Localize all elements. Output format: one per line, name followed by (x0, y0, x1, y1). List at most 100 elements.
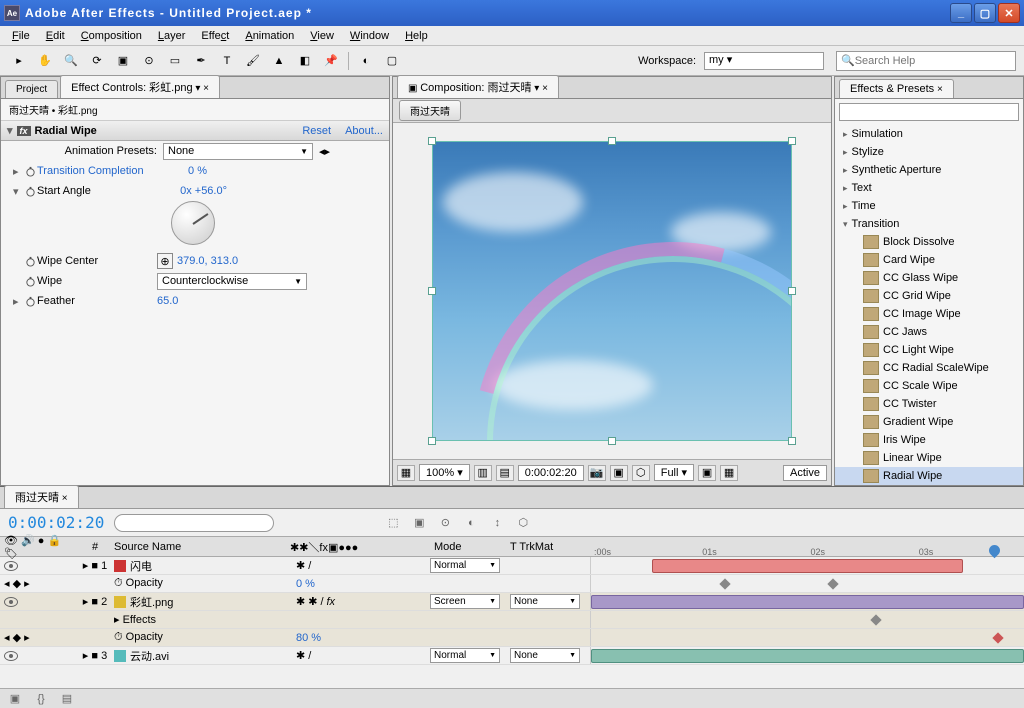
preset-category[interactable]: Simulation (835, 125, 1023, 143)
channels-icon[interactable]: ⬡ (632, 465, 650, 481)
tl-footer-icon[interactable]: ▤ (58, 690, 76, 708)
hand-tool-icon[interactable]: ✋ (34, 50, 56, 72)
tl-option-icon[interactable]: ⬚ (384, 514, 402, 532)
menu-edit[interactable]: Edit (38, 28, 73, 44)
menu-layer[interactable]: Layer (150, 28, 194, 44)
transform-handle[interactable] (428, 137, 436, 145)
pan-behind-tool-icon[interactable]: ⊙ (138, 50, 160, 72)
view-mode-select[interactable]: Active (783, 465, 827, 481)
shape-tool-icon[interactable]: ▭ (164, 50, 186, 72)
resolution-select[interactable]: Full ▾ (654, 464, 694, 481)
stopwatch-icon[interactable] (23, 274, 37, 288)
wipe-center-value[interactable]: 379.0, 313.0 (177, 255, 238, 267)
blend-mode-select[interactable]: Normal (430, 648, 500, 663)
preset-item[interactable]: CC Image Wipe (835, 305, 1023, 323)
timeline-layer-row[interactable]: ▸ ■ 2 彩虹.png ✱✱/fx Screen None (0, 593, 1024, 611)
transition-completion-label[interactable]: Transition Completion (37, 165, 150, 177)
blend-mode-select[interactable]: Normal (430, 558, 500, 573)
col-source-name[interactable]: Source Name (110, 541, 290, 553)
selection-tool-icon[interactable]: ▸ (8, 50, 30, 72)
stopwatch-icon[interactable] (23, 294, 37, 308)
text-tool-icon[interactable]: T (216, 50, 238, 72)
tl-option-icon[interactable]: ◐ (462, 514, 480, 532)
tool-option-icon[interactable]: ◐ (355, 50, 377, 72)
canvas-image[interactable] (432, 141, 792, 441)
angle-dial[interactable] (171, 201, 215, 245)
transform-handle[interactable] (608, 137, 616, 145)
tl-option-icon[interactable]: ↕ (488, 514, 506, 532)
workspace-select[interactable]: my ▾ (704, 52, 824, 70)
preset-item[interactable]: Card Wipe (835, 251, 1023, 269)
timeline-timecode[interactable]: 0:00:02:20 (8, 513, 104, 532)
camera-icon[interactable]: 📷 (588, 465, 606, 481)
menu-effect[interactable]: Effect (193, 28, 237, 44)
col-number[interactable]: # (80, 541, 110, 553)
transform-handle[interactable] (788, 287, 796, 295)
preset-item[interactable]: Iris Wipe (835, 431, 1023, 449)
transform-handle[interactable] (608, 437, 616, 445)
feather-value[interactable]: 65.0 (157, 295, 178, 307)
presets-dropdown[interactable]: None (163, 143, 313, 160)
menu-window[interactable]: Window (342, 28, 397, 44)
tl-option-icon[interactable]: ▣ (410, 514, 428, 532)
preset-item[interactable]: Gradient Wipe (835, 413, 1023, 431)
grid-icon[interactable]: ▦ (397, 465, 415, 481)
puppet-tool-icon[interactable]: 📌 (320, 50, 342, 72)
blend-mode-select[interactable]: Screen (430, 594, 500, 609)
timeline-body[interactable]: ▸ ■ 1 闪电 ✱/ Normal ◂ ◆ ▸⏱ Opacity0 % ▸ ■… (0, 557, 1024, 688)
viewer-opt-icon[interactable]: ▥ (474, 465, 492, 481)
search-help-input[interactable] (855, 55, 1011, 67)
menu-file[interactable]: File (4, 28, 38, 44)
viewer-opt-icon[interactable]: ▣ (698, 465, 716, 481)
preset-search-input[interactable] (839, 103, 1019, 121)
tl-option-icon[interactable]: ⊙ (436, 514, 454, 532)
transform-handle[interactable] (428, 287, 436, 295)
tool-option2-icon[interactable]: ▢ (381, 50, 403, 72)
crosshair-icon[interactable]: ⊕ (157, 253, 173, 269)
maximize-button[interactable]: ▢ (974, 3, 996, 23)
stopwatch-icon[interactable] (23, 254, 37, 268)
menu-composition[interactable]: Composition (73, 28, 150, 44)
visibility-icon[interactable] (4, 561, 18, 571)
menu-animation[interactable]: Animation (237, 28, 302, 44)
preset-category[interactable]: Text (835, 179, 1023, 197)
tab-effects-presets[interactable]: Effects & Presets × (839, 79, 954, 98)
preset-item[interactable]: Linear Wipe (835, 449, 1023, 467)
preset-category-transition[interactable]: Transition (835, 215, 1023, 233)
pen-tool-icon[interactable]: ✒ (190, 50, 212, 72)
presets-nav-icon[interactable]: ◂▸ (319, 145, 330, 158)
effect-header[interactable]: ▾ fx Radial Wipe Reset About... (1, 121, 389, 141)
preset-item[interactable]: CC Radial ScaleWipe (835, 359, 1023, 377)
zoom-tool-icon[interactable]: 🔍 (60, 50, 82, 72)
tl-footer-icon[interactable]: ▣ (6, 690, 24, 708)
brush-tool-icon[interactable]: 🖌 (242, 50, 264, 72)
preset-item[interactable]: CC Glass Wipe (835, 269, 1023, 287)
transform-handle[interactable] (788, 437, 796, 445)
timeline-layer-row[interactable]: ▸ ■ 3 云动.avi ✱/ Normal None (0, 647, 1024, 665)
preset-item[interactable]: Block Dissolve (835, 233, 1023, 251)
prop-tri-icon[interactable]: ▾ (13, 185, 23, 198)
transition-completion-value[interactable]: 0 % (188, 165, 207, 177)
prop-tri-icon[interactable]: ▸ (13, 295, 23, 308)
preset-list[interactable]: Simulation Stylize Synthetic Aperture Te… (835, 125, 1023, 485)
effect-tri-icon[interactable]: ▾ (7, 124, 13, 137)
preset-category[interactable]: Stylize (835, 143, 1023, 161)
trkmat-select[interactable]: None (510, 594, 580, 609)
visibility-icon[interactable] (4, 597, 18, 607)
stopwatch-icon[interactable] (23, 184, 37, 198)
preset-item[interactable]: CC Twister (835, 395, 1023, 413)
timeline-search[interactable] (114, 514, 274, 532)
rotate-tool-icon[interactable]: ⟳ (86, 50, 108, 72)
start-angle-value[interactable]: 0x +56.0° (180, 185, 227, 197)
tab-composition[interactable]: ▣ Composition: 雨过天晴 ▾ × (397, 75, 559, 98)
preset-item[interactable]: CC Grid Wipe (835, 287, 1023, 305)
preset-item[interactable]: Radial Wipe (835, 467, 1023, 485)
tab-project[interactable]: Project (5, 80, 58, 98)
menu-view[interactable]: View (302, 28, 342, 44)
tl-footer-icon[interactable]: {} (32, 690, 50, 708)
effect-reset-link[interactable]: Reset (302, 125, 331, 137)
preset-item[interactable]: CC Light Wipe (835, 341, 1023, 359)
visibility-icon[interactable] (4, 651, 18, 661)
search-help-box[interactable]: 🔍 (836, 51, 1016, 71)
comp-name-button[interactable]: 雨过天晴 (399, 100, 461, 121)
